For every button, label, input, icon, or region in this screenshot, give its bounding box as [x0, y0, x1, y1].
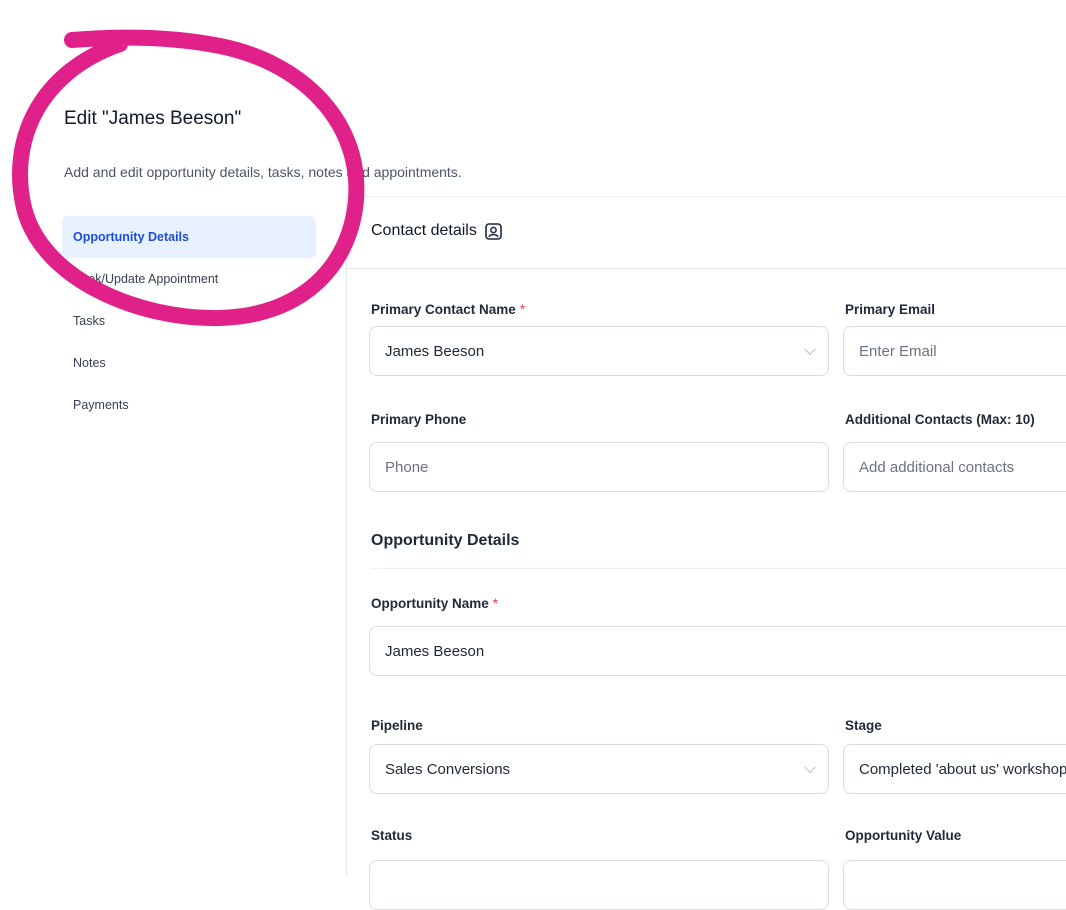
stage-label: Stage: [845, 718, 882, 733]
sidebar-item-notes[interactable]: Notes: [62, 342, 316, 384]
opportunity-value-input[interactable]: [843, 860, 1066, 910]
additional-contacts-input[interactable]: Add additional contacts: [843, 442, 1066, 492]
stage-select[interactable]: Completed 'about us' workshop: [843, 744, 1066, 794]
opportunity-details-title: Opportunity Details: [371, 532, 520, 549]
sidebar-nav: Opportunity Details Book/Update Appointm…: [62, 216, 316, 426]
sidebar-item-payments[interactable]: Payments: [62, 384, 316, 426]
opportunity-value-label: Opportunity Value: [845, 828, 962, 843]
sidebar-item-book-update-appointment[interactable]: Book/Update Appointment: [62, 258, 316, 300]
additional-contacts-label: Additional Contacts (Max: 10): [845, 412, 1035, 427]
page-subtitle: Add and edit opportunity details, tasks,…: [64, 164, 462, 180]
required-star: *: [492, 596, 499, 611]
form-panel: Contact details Primary Contact Name * Ja…: [346, 196, 1066, 910]
pipeline-select[interactable]: Sales Conversions: [369, 744, 829, 794]
sidebar-item-tasks[interactable]: Tasks: [62, 300, 316, 342]
status-select[interactable]: [369, 860, 829, 910]
primary-contact-name-select[interactable]: James Beeson: [369, 326, 829, 376]
contact-details-title: Contact details: [371, 222, 477, 239]
section-divider: [371, 568, 1066, 569]
sidebar-item-opportunity-details[interactable]: Opportunity Details: [62, 216, 316, 258]
chevron-down-icon: [804, 761, 816, 774]
contact-card-icon: [485, 222, 502, 240]
status-label: Status: [371, 828, 413, 843]
required-star: *: [519, 302, 526, 317]
primary-email-label: Primary Email: [845, 302, 936, 317]
opportunity-name-label: Opportunity Name *: [371, 596, 499, 611]
opportunity-name-input[interactable]: James Beeson: [369, 626, 1066, 676]
primary-phone-label: Primary Phone: [371, 412, 467, 427]
pipeline-label: Pipeline: [371, 718, 423, 733]
page-title: Edit "James Beeson": [64, 108, 242, 129]
primary-phone-input[interactable]: Phone: [369, 442, 829, 492]
primary-contact-name-label: Primary Contact Name *: [371, 302, 526, 317]
primary-email-input[interactable]: Enter Email: [843, 326, 1066, 376]
contact-details-header: Contact details: [347, 196, 1066, 269]
chevron-down-icon: [804, 343, 816, 356]
